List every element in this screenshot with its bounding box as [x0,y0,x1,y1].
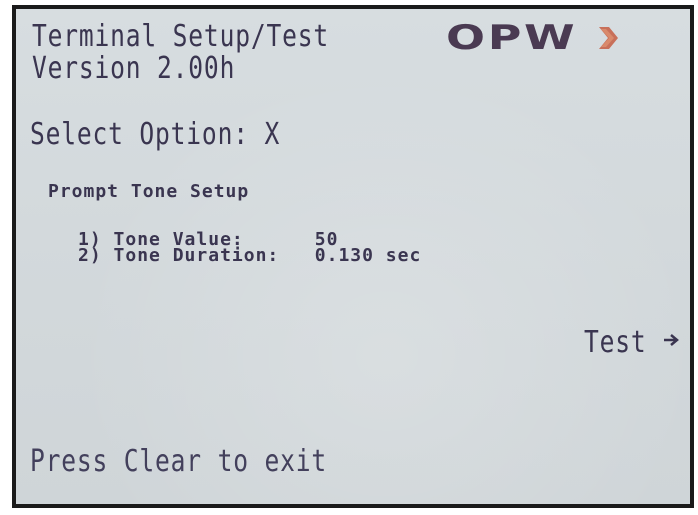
select-option-prompt: Select Option: X [30,117,281,152]
test-softkey[interactable]: Test [584,325,647,360]
menu-item-tone-duration[interactable]: 2) Tone Duration: 0.130 sec [78,245,421,266]
menu-item-number: 2) [78,245,102,266]
logo-text: OPW [446,18,578,58]
logo-arrow-icon [599,27,619,49]
lcd-screen: Terminal Setup/Test Version 2.00h OPW Se… [12,5,694,508]
version-label: Version 2.00h [32,51,236,86]
menu-item-label: Tone Duration: [113,245,280,266]
tone-duration-value: 0.130 sec [314,245,422,266]
terminal-device: Terminal Setup/Test Version 2.00h OPW Se… [0,0,698,515]
right-arrow-icon[interactable] [662,331,680,349]
section-title: Prompt Tone Setup [48,181,250,202]
opw-logo: OPW [446,21,619,55]
exit-instruction: Press Clear to exit [30,444,327,479]
screen-title: Terminal Setup/Test [32,19,329,54]
